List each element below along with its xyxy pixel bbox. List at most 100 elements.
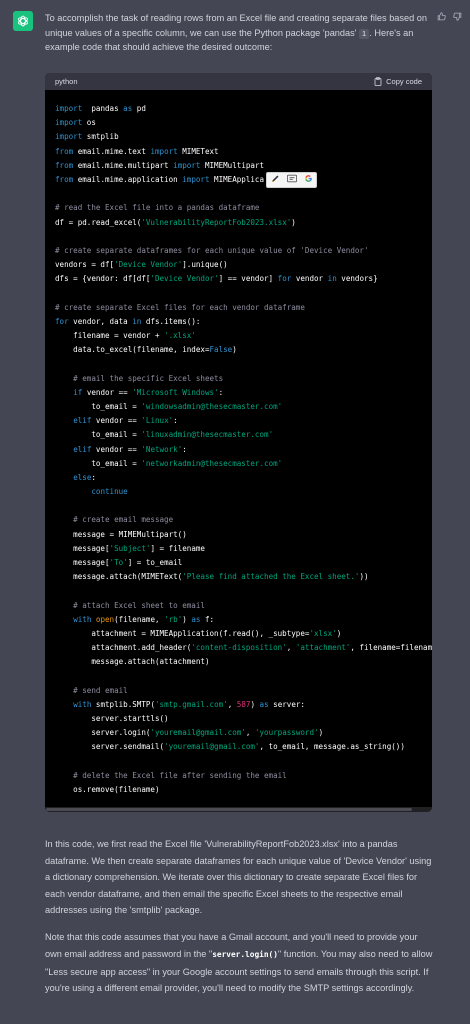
code-token: : — [173, 416, 178, 426]
code-token: message.attach(attachment) — [55, 657, 210, 667]
code-line: attachment.add_header('content-dispositi… — [55, 641, 432, 655]
google-icon[interactable] — [304, 174, 313, 186]
code-token: '.xlsx' — [164, 331, 196, 340]
code-line: message['To'] = to_email — [55, 556, 422, 570]
code-token: ] == vendor] — [218, 274, 278, 284]
code-token: 'Device Vendor' — [114, 260, 183, 270]
code-token: server: — [268, 699, 305, 709]
code-token: 'windowsadmin@thesecmaster.com' — [141, 401, 283, 411]
code-token: dfs.items(): — [141, 316, 201, 326]
code-token: 'youremail@gmail.com' — [150, 728, 246, 738]
thumbs-down-icon[interactable] — [453, 12, 462, 21]
code-token: vendor, data — [68, 316, 133, 326]
code-line: # create separate dataframes for each un… — [55, 244, 422, 258]
code-token: 'yourpassword' — [254, 728, 319, 738]
code-token: f: — [200, 614, 215, 624]
code-token: as — [123, 104, 133, 113]
code-line: import os — [55, 116, 422, 130]
code-token: message = MIMEMultipart() — [55, 529, 187, 539]
code-line: import smtplib — [55, 130, 422, 144]
code-line: data.to_excel(filename, index=False) — [55, 343, 422, 357]
code-token: with — [73, 699, 92, 709]
code-token: 'Subject' — [109, 543, 151, 553]
code-token: ) — [291, 217, 296, 227]
code-token: ) — [232, 345, 237, 355]
copy-code-label: Copy code — [386, 77, 422, 86]
code-token: 587 — [236, 699, 251, 709]
code-token: ) — [336, 628, 342, 638]
code-token: import — [182, 174, 210, 184]
code-token: 'Microsoft Windows' — [132, 387, 219, 397]
code-line: message['Subject'] = filename — [55, 542, 422, 556]
code-line: message = MIMEMultipart() — [55, 528, 422, 542]
horizontal-scrollbar[interactable] — [45, 807, 432, 812]
code-token: , — [227, 699, 237, 709]
code-token: open — [95, 614, 115, 624]
code-token: : — [91, 472, 96, 482]
code-token: ) — [318, 728, 324, 738]
code-token: vendor == — [91, 444, 142, 454]
code-token: email.mime.multipart — [73, 160, 174, 170]
code-token: ] = to_email — [127, 558, 183, 567]
copy-code-button[interactable]: Copy code — [374, 77, 422, 86]
code-line: # read the Excel file into a pandas data… — [55, 201, 422, 215]
code-token: 'Device Vendor' — [150, 274, 219, 284]
code-token: 'Please find attached the Excel sheet.' — [182, 572, 360, 582]
code-token: 'Linux' — [141, 416, 174, 426]
code-token: 'smtp.gmail.com' — [155, 699, 228, 709]
code-token: import — [173, 160, 201, 170]
code-token: server.starttls() — [55, 714, 169, 724]
code-token: 'To' — [109, 558, 128, 567]
code-token: message[ — [55, 558, 110, 567]
code-token: 'youremail@gmail.com' — [164, 742, 260, 752]
code-token: : — [218, 387, 224, 397]
code-token: (filename, — [114, 614, 165, 624]
code-token: ) — [182, 614, 192, 624]
code-token: in — [327, 274, 337, 284]
code-token: 'VulnerabilityReportFob2023.xlsx' — [141, 217, 292, 227]
citation-badge[interactable]: 1 — [359, 28, 370, 39]
scrollbar-thumb[interactable] — [46, 808, 412, 811]
code-line: server.starttls() — [55, 712, 422, 726]
code-token: # create separate Excel files for each v… — [55, 302, 305, 312]
code-line: elif vendor == 'Linux': — [55, 414, 422, 428]
assistant-message: To accomplish the task of reading rows f… — [45, 11, 435, 67]
code-token: ].unique() — [182, 260, 228, 270]
code-token: elif — [73, 416, 92, 426]
code-token: 'content-disposition' — [191, 643, 287, 653]
explanation-text: In this code, we first read the Excel fi… — [45, 836, 435, 1007]
code-token: data.to_excel(filename, index= — [55, 345, 210, 355]
code-token: filename = vendor + — [55, 331, 165, 340]
code-line: to_email = 'networkadmin@thesecmaster.co… — [55, 457, 422, 471]
code-line: from email.mime.text import MIMEText — [55, 145, 422, 159]
translate-icon[interactable] — [286, 174, 297, 186]
code-line: filename = vendor + '.xlsx' — [55, 329, 422, 343]
code-line: vendors = df['Device Vendor'].unique() — [55, 258, 422, 272]
code-token: as — [259, 699, 269, 709]
code-line: if vendor == 'Microsoft Windows': — [55, 386, 422, 400]
code-token: import — [55, 104, 83, 113]
code-token: # delete the Excel file after sending th… — [55, 770, 287, 780]
edit-icon[interactable] — [271, 174, 280, 186]
code-token: 'networkadmin@thesecmaster.com' — [141, 458, 283, 468]
code-token: attachment.add_header( — [55, 643, 192, 653]
code-token: 'attachment' — [295, 643, 351, 653]
explanation-paragraph-2: Note that this code assumes that you hav… — [45, 932, 433, 994]
code-token: import — [55, 132, 83, 142]
code-token: from — [55, 160, 74, 170]
code-token: df = pd.read_excel( — [55, 217, 142, 227]
code-token: MIMEText — [177, 146, 219, 156]
code-token: for — [55, 316, 69, 326]
intro-paragraph: To accomplish the task of reading rows f… — [45, 13, 427, 52]
thumbs-up-icon[interactable] — [437, 12, 446, 21]
code-token: from — [55, 174, 74, 184]
code-token: # attach Excel sheet to email — [55, 600, 205, 610]
code-token: 'Network' — [141, 444, 183, 454]
